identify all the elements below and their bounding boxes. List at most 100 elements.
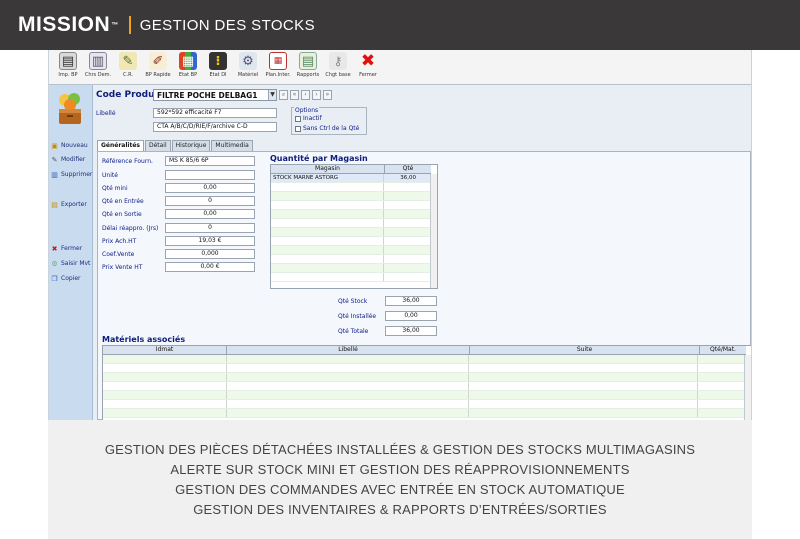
options-title: Options <box>294 107 320 114</box>
field-label: Unité <box>102 172 118 179</box>
materiels-scrollbar[interactable] <box>744 355 751 420</box>
tb-cr-button[interactable]: ✎ C.R. <box>112 52 144 83</box>
prix-ach-field[interactable]: 19,03 € <box>165 236 255 246</box>
sidebar-item-fermer[interactable]: ✖ Fermer <box>51 244 83 253</box>
tb-rapports-button[interactable]: ▤ Rapports <box>292 52 324 83</box>
last-record-icon[interactable]: » <box>323 90 332 100</box>
new-doc-icon: ▣ <box>51 141 58 150</box>
qte-installee-field[interactable]: 0,00 <box>385 311 437 321</box>
unite-field[interactable] <box>165 170 255 180</box>
tab-historique[interactable]: Historique <box>171 140 211 151</box>
report-icon: ▤ <box>299 52 317 70</box>
caption-line-4: GESTION DES INVENTAIRES & RAPPORTS D’ENT… <box>193 502 607 517</box>
table-row[interactable] <box>103 364 744 373</box>
tb-bp-rapide-button[interactable]: ✐ BP Rapide <box>142 52 174 83</box>
magasin-title: Quantité par Magasin <box>270 154 368 163</box>
sidebar-item-modifier[interactable]: ✎ Modifier <box>51 156 86 164</box>
delai-reappro-field[interactable]: 0 <box>165 223 255 233</box>
tb-fermer-button[interactable]: ✖ Fermer <box>352 51 384 83</box>
banner-title: GESTION DES STOCKS <box>139 16 315 34</box>
next-record-icon[interactable]: › <box>312 90 321 100</box>
gear-icon: ⚙ <box>239 52 257 70</box>
field-label: Référence Fourn. <box>102 158 153 165</box>
copy-icon: ❐ <box>51 274 58 283</box>
generalites-panel: Référence Fourn. MS K 85/6 6P Unité Qté … <box>97 151 751 420</box>
libelle-field-2[interactable]: CTA A/B/C/D/RIE/F/archive C-D <box>153 122 277 132</box>
sidebar-item-exporter[interactable]: ▤ Exporter <box>51 201 87 209</box>
printer-icon: ▤ <box>59 52 77 70</box>
qte-stock-field[interactable]: 36,00 <box>385 296 437 306</box>
table-row[interactable] <box>271 264 430 273</box>
col-header-suite[interactable]: Suite <box>470 346 700 354</box>
chevron-down-icon[interactable]: ▼ <box>268 90 276 100</box>
tab-generalites[interactable]: Généralités <box>97 140 144 151</box>
table-row[interactable]: STOCK MARNE ASTORG 36,00 <box>271 174 430 183</box>
toolbar: ▤ Imp. BP ▥ Chrs Dem. ✎ C.R. ✐ BP Rapide ▦ Et… <box>49 50 751 85</box>
table-row[interactable] <box>271 246 430 255</box>
qte-totale-field[interactable]: 36,00 <box>385 326 437 336</box>
sidebar-item-saisir-mvt[interactable]: ⚙ Saisir Mvt <box>51 260 90 268</box>
table-row[interactable] <box>271 255 430 264</box>
col-header-magasin[interactable]: Magasin <box>271 165 385 173</box>
reference-fourn-field[interactable]: MS K 85/6 6P <box>165 156 255 166</box>
main-area: Code Produit FILTRE POCHE DELBAG1 ▼ ⌕ « ‹… <box>93 85 751 420</box>
table-row[interactable] <box>271 237 430 246</box>
code-produit-combo[interactable]: FILTRE POCHE DELBAG1 ▼ <box>153 89 277 101</box>
caption-line-2: ALERTE SUR STOCK MINI ET GESTION DES RÉA… <box>170 462 630 477</box>
qte-sortie-field[interactable]: 0,00 <box>165 209 255 219</box>
table-row[interactable] <box>103 382 744 391</box>
inactif-checkbox[interactable]: Inactif <box>295 115 322 122</box>
tb-plan-inter-button[interactable]: ▦ Plan.Inter. <box>262 52 294 83</box>
sidebar-item-supprimer[interactable]: ▥ Supprimer <box>51 171 92 179</box>
table-row[interactable] <box>103 400 744 409</box>
field-label: Délai réappro. (Jrs) <box>102 225 159 232</box>
key-icon: ⚷ <box>329 52 347 70</box>
table-row[interactable] <box>103 409 744 418</box>
options-group: Options Inactif Sans Ctrl de la Qté <box>291 107 367 135</box>
table-row[interactable] <box>271 219 430 228</box>
field-label: Prix Vente HT <box>102 264 143 271</box>
magasin-scrollbar[interactable] <box>430 174 437 288</box>
table-row[interactable] <box>271 183 430 192</box>
caption-line-1: GESTION DES PIÈCES DÉTACHÉES INSTALLÉES … <box>104 442 696 457</box>
col-header-idmat[interactable]: Idmat <box>103 346 227 354</box>
qte-installee-label: Qté Installée <box>338 313 377 320</box>
field-label: Qté en Entrée <box>102 198 144 205</box>
coef-vente-field[interactable]: 0,000 <box>165 249 255 259</box>
sidebar-item-copier[interactable]: ❐ Copier <box>51 274 80 283</box>
qte-entree-field[interactable]: 0 <box>165 196 255 206</box>
prev-record-icon[interactable]: ‹ <box>301 90 310 100</box>
stock-box-icon <box>59 93 81 124</box>
sidebar: ▣ Nouveau ✎ Modifier ▥ Supprimer ▤ Exporter … <box>49 85 93 420</box>
tb-materiel-button[interactable]: ⚙ Matériel <box>232 52 264 83</box>
qte-mini-field[interactable]: 0,00 <box>165 183 255 193</box>
sans-ctrl-checkbox[interactable]: Sans Ctrl de la Qté <box>295 125 359 132</box>
table-row[interactable] <box>271 201 430 210</box>
sidebar-item-nouveau[interactable]: ▣ Nouveau <box>51 141 88 150</box>
tab-multimedia[interactable]: Multimedia <box>211 140 253 151</box>
prix-vente-field[interactable]: 0,00 € <box>165 262 255 272</box>
table-row[interactable] <box>103 373 744 382</box>
col-header-libelle[interactable]: Libellé <box>227 346 470 354</box>
col-header-qte[interactable]: Qté <box>385 165 431 173</box>
search-icon[interactable]: ⌕ <box>279 90 288 100</box>
close-icon: ✖ <box>51 244 58 253</box>
col-header-qte-mat[interactable]: Qté/Mat. <box>700 346 746 354</box>
table-row[interactable] <box>271 192 430 201</box>
libelle-field-1[interactable]: 592*592 efficacité F7 <box>153 108 277 118</box>
materiels-grid: Idmat Libellé Suite Qté/Mat. <box>102 345 751 420</box>
tb-chrs-dem-button[interactable]: ▥ Chrs Dem. <box>82 52 114 83</box>
table-row[interactable] <box>271 228 430 237</box>
tb-chgt-base-button[interactable]: ⚷ Chgt base <box>322 52 354 83</box>
tab-detail[interactable]: Détail <box>144 140 171 151</box>
pen-icon: ✎ <box>119 52 137 70</box>
tb-imp-bp-button[interactable]: ▤ Imp. BP <box>52 52 84 83</box>
tb-etat-bp-button[interactable]: ▦ Etat BP <box>172 52 204 83</box>
materiels-title: Matériels associés <box>102 335 186 344</box>
table-row[interactable] <box>103 391 744 400</box>
first-record-icon[interactable]: « <box>290 90 299 100</box>
table-row[interactable] <box>271 210 430 219</box>
table-row[interactable] <box>103 355 744 364</box>
table-row[interactable] <box>271 273 430 282</box>
tb-etat-di-button[interactable]: ⁝ Etat DI <box>202 52 234 83</box>
